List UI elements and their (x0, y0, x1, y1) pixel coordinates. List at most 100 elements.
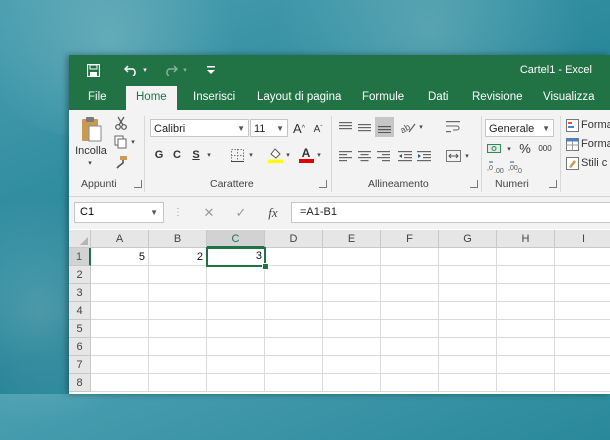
cell-e2[interactable] (323, 266, 381, 284)
paste-dropdown-icon[interactable]: ▾ (85, 158, 95, 168)
row-header-7[interactable]: 7 (69, 356, 91, 374)
grow-font-button[interactable]: A ^ (291, 119, 307, 137)
tab-visualizza[interactable]: Visualizza (543, 86, 595, 110)
cell-c7[interactable] (207, 356, 265, 374)
cell-d1[interactable] (265, 248, 323, 266)
row-header-1[interactable]: 1 (69, 248, 91, 266)
font-name-select[interactable]: Calibri ▼ (150, 119, 249, 137)
cell-g4[interactable] (439, 302, 497, 320)
conditional-format-icon[interactable] (565, 118, 579, 132)
column-header-c[interactable]: C (207, 230, 265, 248)
percent-button[interactable]: % (518, 140, 532, 156)
currency-icon[interactable] (486, 140, 504, 156)
cell-d6[interactable] (265, 338, 323, 356)
cell-e5[interactable] (323, 320, 381, 338)
column-header-h[interactable]: H (497, 230, 555, 248)
cell-a7[interactable] (91, 356, 149, 374)
cell-i2[interactable] (555, 266, 610, 284)
fill-color-dropdown-icon[interactable]: ▾ (284, 151, 292, 159)
cell-i3[interactable] (555, 284, 610, 302)
cell-a3[interactable] (91, 284, 149, 302)
shrink-font-button[interactable]: Aˇ (311, 121, 325, 137)
cell-i4[interactable] (555, 302, 610, 320)
cell-b4[interactable] (149, 302, 207, 320)
align-top-icon[interactable] (337, 119, 353, 135)
customize-icon[interactable] (205, 61, 217, 79)
cell-i7[interactable] (555, 356, 610, 374)
font-launcher-icon[interactable] (319, 180, 327, 188)
cell-g6[interactable] (439, 338, 497, 356)
cell-h8[interactable] (497, 374, 555, 392)
cell-c5[interactable] (207, 320, 265, 338)
row-header-5[interactable]: 5 (69, 320, 91, 338)
font-color-dropdown-icon[interactable]: ▾ (315, 151, 323, 159)
cell-e7[interactable] (323, 356, 381, 374)
clipboard-launcher-icon[interactable] (134, 180, 142, 188)
column-header-b[interactable]: B (149, 230, 207, 248)
cell-h3[interactable] (497, 284, 555, 302)
cell-g8[interactable] (439, 374, 497, 392)
merge-dropdown-icon[interactable]: ▾ (463, 152, 471, 160)
cell-h4[interactable] (497, 302, 555, 320)
cell-f2[interactable] (381, 266, 439, 284)
row-header-4[interactable]: 4 (69, 302, 91, 320)
column-header-d[interactable]: D (265, 230, 323, 248)
wrap-text-icon[interactable] (444, 119, 462, 135)
cell-b3[interactable] (149, 284, 207, 302)
cell-c6[interactable] (207, 338, 265, 356)
cell-g1[interactable] (439, 248, 497, 266)
cell-i6[interactable] (555, 338, 610, 356)
cell-c2[interactable] (207, 266, 265, 284)
increase-decimal-icon[interactable]: ,0,00 (486, 160, 504, 174)
tab-inserisci[interactable]: Inserisci (193, 86, 235, 110)
cell-e4[interactable] (323, 302, 381, 320)
select-all-button[interactable] (69, 230, 91, 248)
cell-styles-icon[interactable] (565, 156, 579, 170)
cell-e3[interactable] (323, 284, 381, 302)
cell-e1[interactable] (323, 248, 381, 266)
cell-f3[interactable] (381, 284, 439, 302)
save-icon[interactable] (85, 61, 101, 79)
underline-dropdown-icon[interactable]: ▾ (205, 151, 213, 159)
row-header-8[interactable]: 8 (69, 374, 91, 392)
cell-c4[interactable] (207, 302, 265, 320)
font-color-icon[interactable]: A (298, 146, 314, 164)
undo-icon[interactable] (123, 61, 139, 79)
decrease-decimal-icon[interactable]: ,00,0 (507, 160, 525, 174)
cell-g3[interactable] (439, 284, 497, 302)
format-painter-icon[interactable] (113, 154, 129, 170)
number-launcher-icon[interactable] (549, 180, 557, 188)
formula-input[interactable]: =A1-B1 (291, 202, 610, 223)
align-right-icon[interactable] (375, 148, 391, 164)
cell-b8[interactable] (149, 374, 207, 392)
align-middle-icon[interactable] (356, 119, 372, 135)
tab-file[interactable]: File (88, 86, 107, 110)
row-header-2[interactable]: 2 (69, 266, 91, 284)
align-bottom-icon[interactable] (375, 117, 394, 137)
cell-b5[interactable] (149, 320, 207, 338)
bold-button[interactable]: G (152, 147, 166, 163)
paste-button[interactable]: Incolla (73, 144, 109, 158)
underline-button[interactable]: S (189, 147, 203, 163)
decrease-indent-icon[interactable] (397, 148, 413, 164)
tab-home[interactable]: Home (126, 86, 177, 110)
format-table-icon[interactable] (565, 137, 579, 151)
thousands-button[interactable]: 000 (536, 141, 554, 155)
enter-icon[interactable]: ✓ (229, 202, 253, 223)
cell-d3[interactable] (265, 284, 323, 302)
cell-f7[interactable] (381, 356, 439, 374)
cell-a5[interactable] (91, 320, 149, 338)
column-header-f[interactable]: F (381, 230, 439, 248)
cell-g2[interactable] (439, 266, 497, 284)
cell-c1[interactable]: 3 (206, 247, 266, 267)
cell-d7[interactable] (265, 356, 323, 374)
name-box[interactable]: C1 ▼ (74, 202, 164, 223)
orientation-dropdown-icon[interactable]: ▾ (417, 123, 425, 131)
cell-b6[interactable] (149, 338, 207, 356)
cell-h6[interactable] (497, 338, 555, 356)
column-header-i[interactable]: I (555, 230, 610, 248)
currency-dropdown-icon[interactable]: ▾ (505, 145, 513, 153)
increase-indent-icon[interactable] (416, 148, 432, 164)
cell-g7[interactable] (439, 356, 497, 374)
cell-d8[interactable] (265, 374, 323, 392)
